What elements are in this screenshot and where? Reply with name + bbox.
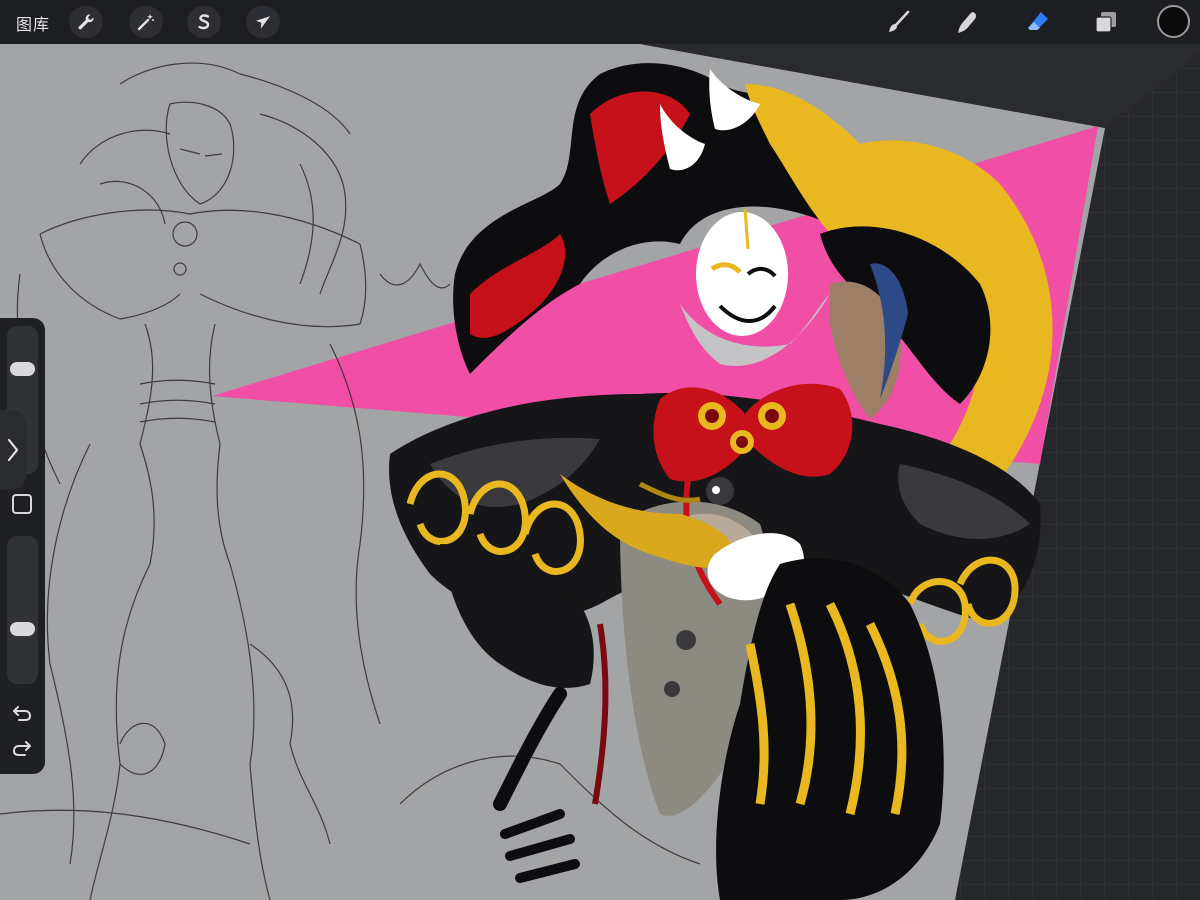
brush-icon — [889, 10, 910, 32]
smudge-finger-icon — [958, 12, 977, 33]
eraser-icon — [1028, 12, 1048, 30]
layers-button[interactable] — [1090, 6, 1122, 38]
eraser-tool-button[interactable] — [1022, 6, 1054, 38]
undo-button[interactable] — [9, 701, 35, 725]
modify-button[interactable] — [12, 494, 32, 514]
adjustments-button[interactable] — [129, 6, 163, 38]
wrench-icon — [78, 14, 94, 30]
color-picker-button[interactable] — [1157, 5, 1190, 38]
opacity-slider[interactable] — [7, 536, 38, 684]
magic-wand-icon — [137, 14, 154, 31]
chevron-right-icon — [7, 438, 19, 462]
top-toolbar: 图库 — [0, 0, 1200, 44]
sidebar-toggle-button[interactable] — [0, 410, 26, 490]
selection-s-icon — [198, 14, 210, 30]
smudge-tool-button[interactable] — [951, 6, 983, 38]
left-sidebar — [0, 318, 45, 774]
redo-arrow-icon — [12, 741, 31, 756]
brush-tool-button[interactable] — [883, 6, 915, 38]
selection-button[interactable] — [187, 6, 221, 38]
undo-arrow-icon — [13, 706, 32, 721]
canvas-artwork[interactable] — [0, 44, 1200, 900]
actions-button[interactable] — [69, 6, 103, 38]
canvas-area[interactable] — [0, 44, 1200, 900]
layers-icon — [1095, 12, 1116, 33]
brush-size-handle[interactable] — [10, 361, 35, 376]
redo-button[interactable] — [9, 736, 35, 760]
gallery-button[interactable]: 图库 — [16, 11, 50, 35]
opacity-handle[interactable] — [10, 621, 35, 636]
transform-button[interactable] — [246, 6, 280, 38]
arrow-cursor-icon — [256, 16, 271, 29]
